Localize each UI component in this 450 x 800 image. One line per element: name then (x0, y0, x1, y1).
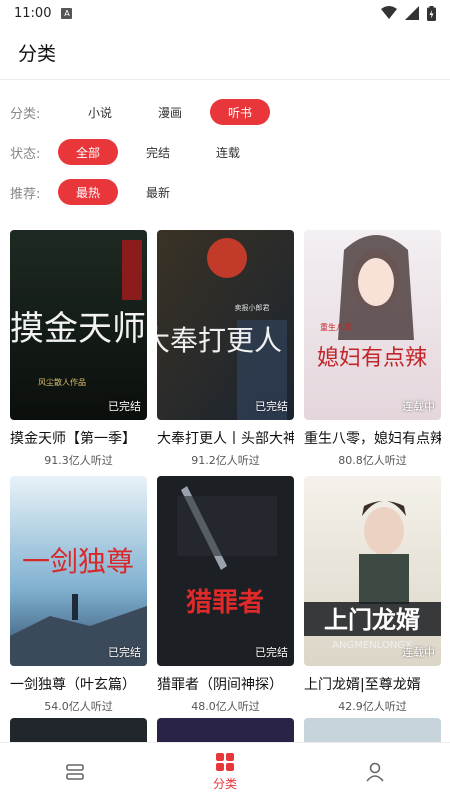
status-badge: 已完结 (255, 400, 288, 413)
book-grid: 摸金天师 风尘散人作品 已完结 摸金天师【第一季】 91.3亿人听过 大奉打更人… (10, 230, 441, 722)
book-cover-partial[interactable] (10, 718, 147, 742)
status-badge: 已完结 (255, 646, 288, 659)
book-title: 上门龙婿|至尊龙婿 (304, 677, 421, 693)
cover-title: 摸金天师 (10, 309, 146, 349)
bookshelf-icon (66, 763, 84, 780)
filter-label-sort: 推荐: (10, 186, 41, 202)
nav-bookshelf[interactable] (0, 743, 150, 800)
filter-label-category: 分类: (10, 106, 41, 122)
page-title: 分类 (18, 43, 57, 65)
status-badge: 已完结 (108, 400, 141, 413)
listen-count: 42.9亿人听过 (338, 700, 407, 713)
wifi-icon (381, 6, 397, 19)
book-card[interactable]: 大奉打更人 卖报小郎君 已完结 大奉打更人丨头部大神 91.2亿人听过 (157, 230, 294, 476)
notification-icon: A (61, 7, 73, 19)
status-badge: 连载中 (402, 646, 435, 659)
cover-author: 风尘散人作品 (38, 377, 86, 387)
user-icon (366, 762, 384, 782)
cover-title: 猎罪者 (186, 588, 264, 618)
book-card[interactable]: 猎罪者 已完结 猎罪者（阴间神探） 48.0亿人听过 (157, 476, 294, 722)
bottom-nav: 分类 (0, 742, 450, 800)
filter-label-status: 状态: (10, 146, 41, 162)
status-time: 11:00 (14, 5, 52, 21)
cover-author: 重生八零 (320, 322, 352, 332)
filter-row-sort: 推荐: 最热 最新 (10, 172, 450, 212)
cover-subtitle: ANGMENLONGX (332, 640, 412, 651)
grid-icon (216, 753, 234, 771)
cover-title: 一剑独尊 (22, 545, 134, 578)
book-cover: 媳妇有点辣 重生八零 连载中 (304, 230, 441, 420)
cover-title: 上门龙婿 (324, 606, 420, 634)
book-cover: 猎罪者 已完结 (157, 476, 294, 666)
nav-profile[interactable] (300, 743, 450, 800)
book-title: 重生八零，媳妇有点辣 (304, 431, 441, 447)
signal-icon (405, 6, 419, 20)
chip-all[interactable]: 全部 (58, 139, 118, 165)
book-title: 摸金天师【第一季】 (10, 431, 136, 447)
filter-row-status: 状态: 全部 完结 连载 (10, 132, 450, 172)
book-card[interactable]: 一剑独尊 已完结 一剑独尊（叶玄篇） 54.0亿人听过 (10, 476, 147, 722)
cover-title: 大奉打更人 (157, 324, 282, 357)
listen-count: 80.8亿人听过 (338, 454, 407, 467)
book-card[interactable]: 摸金天师 风尘散人作品 已完结 摸金天师【第一季】 91.3亿人听过 (10, 230, 147, 476)
next-row-partial (10, 718, 441, 742)
chip-serializing[interactable]: 连载 (198, 139, 258, 165)
filter-panel: 分类: 小说 漫画 听书 状态: 全部 完结 连载 推荐: 最热 最新 (0, 80, 450, 212)
listen-count: 91.2亿人听过 (191, 454, 260, 467)
book-cover: 上门龙婿 ANGMENLONGX 连载中 (304, 476, 441, 666)
chip-newest[interactable]: 最新 (128, 179, 188, 205)
book-title: 一剑独尊（叶玄篇） (10, 677, 136, 693)
status-badge: 已完结 (108, 646, 141, 659)
nav-category[interactable]: 分类 (150, 743, 300, 800)
listen-count: 54.0亿人听过 (44, 700, 113, 713)
app-bar: 分类 (0, 26, 450, 80)
chip-novel[interactable]: 小说 (70, 99, 130, 125)
filter-row-category: 分类: 小说 漫画 听书 (10, 92, 450, 132)
listen-count: 48.0亿人听过 (191, 700, 260, 713)
book-cover: 一剑独尊 已完结 (10, 476, 147, 666)
book-card[interactable]: 上门龙婿 ANGMENLONGX 连载中 上门龙婿|至尊龙婿 42.9亿人听过 (304, 476, 441, 722)
book-cover-partial[interactable] (157, 718, 294, 742)
book-cover: 大奉打更人 卖报小郎君 已完结 (157, 230, 294, 420)
book-title: 大奉打更人丨头部大神 (157, 431, 294, 447)
status-badge: 连载中 (402, 400, 435, 413)
book-cover-partial[interactable] (304, 718, 441, 742)
cover-title: 媳妇有点辣 (317, 346, 427, 371)
book-title: 猎罪者（阴间神探） (157, 677, 283, 693)
book-card[interactable]: 媳妇有点辣 重生八零 连载中 重生八零，媳妇有点辣 80.8亿人听过 (304, 230, 441, 476)
nav-category-label: 分类 (212, 777, 237, 791)
battery-icon (427, 5, 436, 21)
chip-completed[interactable]: 完结 (128, 139, 188, 165)
chip-comic[interactable]: 漫画 (140, 99, 200, 125)
book-cover: 摸金天师 风尘散人作品 已完结 (10, 230, 147, 420)
chip-audiobook[interactable]: 听书 (210, 99, 270, 125)
chip-hottest[interactable]: 最热 (58, 179, 118, 205)
status-bar: 11:00 A (0, 0, 450, 26)
cover-author: 卖报小郎君 (235, 303, 270, 312)
listen-count: 91.3亿人听过 (44, 454, 113, 467)
